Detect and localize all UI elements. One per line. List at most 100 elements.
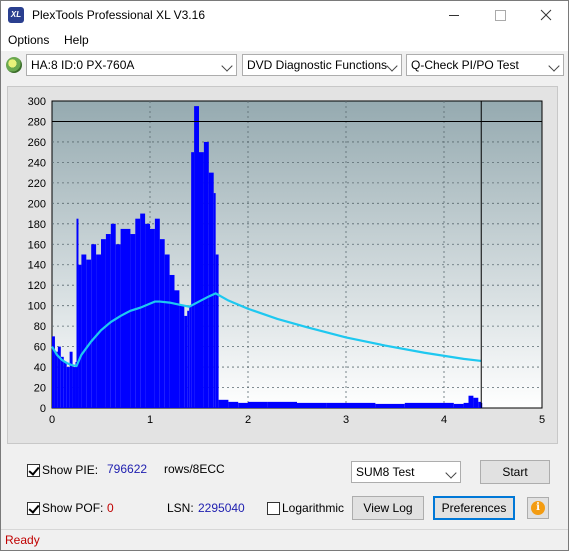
pie-bar	[75, 361, 77, 408]
view-log-button[interactable]: View Log	[352, 496, 424, 520]
y-tick-label: 0	[40, 403, 46, 415]
show-pie-label: Show PIE:	[42, 463, 99, 477]
pie-bar	[69, 351, 73, 408]
y-tick-label: 100	[28, 301, 46, 313]
pie-bar	[199, 152, 204, 408]
function-select-value: DVD Diagnostic Functions	[247, 58, 388, 72]
pie-bar	[115, 244, 121, 408]
pie-bar	[189, 305, 192, 408]
pie-bar	[66, 367, 70, 408]
pie-bar	[184, 315, 188, 408]
test-mode-select[interactable]: SUM8 Test	[351, 461, 461, 483]
test-mode-value: SUM8 Test	[356, 465, 415, 479]
pie-bar	[203, 141, 209, 408]
pie-bar	[63, 361, 67, 408]
pie-bar	[60, 356, 64, 408]
pof-count-value: 0	[107, 501, 114, 515]
start-button[interactable]: Start	[480, 460, 550, 484]
pie-bar	[248, 401, 268, 408]
pie-bar	[159, 239, 165, 408]
pie-bar	[218, 399, 229, 408]
function-select[interactable]: DVD Diagnostic Functions	[242, 54, 402, 76]
pie-bar	[238, 402, 248, 408]
show-pie-checkbox[interactable]	[27, 464, 40, 477]
y-tick-label: 200	[28, 198, 46, 210]
pie-bar	[346, 402, 376, 408]
pie-bar	[326, 402, 346, 408]
logarithmic-label: Logarithmic	[282, 501, 345, 515]
pie-bar	[375, 403, 405, 408]
pie-bar	[215, 254, 219, 408]
y-tick-label: 300	[28, 96, 46, 108]
pie-bar	[105, 234, 111, 408]
pie-bar	[140, 213, 146, 408]
pie-bar	[78, 264, 82, 408]
menu-options[interactable]: Options	[8, 33, 49, 47]
status-bar	[0, 529, 569, 551]
minimize-icon	[449, 15, 459, 16]
pie-bar	[179, 305, 185, 408]
test-select[interactable]: Q-Check PI/PO Test	[406, 54, 564, 76]
pie-bar	[267, 401, 297, 408]
y-tick-label: 220	[28, 178, 46, 190]
chevron-down-icon	[548, 60, 560, 72]
chevron-down-icon	[386, 60, 398, 72]
logarithmic-checkbox[interactable]	[267, 502, 280, 515]
window-title: PlexTools Professional XL V3.16	[32, 8, 205, 22]
pie-bar	[86, 259, 92, 408]
x-tick-label: 0	[49, 414, 55, 426]
close-button[interactable]	[523, 0, 569, 31]
pie-bar	[164, 254, 170, 408]
pie-bar	[145, 223, 150, 408]
pie-bar	[463, 402, 469, 408]
minimize-button[interactable]	[431, 0, 477, 31]
pie-bar	[110, 223, 116, 408]
disc-drive-icon	[6, 57, 22, 73]
y-tick-label: 40	[34, 362, 46, 374]
lsn-value: 2295040	[198, 501, 245, 515]
pie-bar	[125, 228, 131, 408]
show-pof-label: Show POF:	[42, 501, 104, 515]
maximize-icon	[495, 10, 506, 21]
pie-bar	[297, 402, 327, 408]
x-tick-label: 1	[147, 414, 153, 426]
pie-bar	[208, 172, 214, 408]
pie-bar	[404, 402, 444, 408]
lsn-label: LSN:	[167, 501, 194, 515]
pie-bar	[213, 193, 216, 408]
info-icon: i	[531, 501, 545, 515]
y-tick-label: 180	[28, 219, 46, 231]
status-text: Ready	[5, 533, 40, 547]
y-tick-label: 260	[28, 137, 46, 149]
maximize-button[interactable]	[477, 0, 523, 31]
pie-bar	[174, 290, 180, 408]
y-tick-label: 120	[28, 280, 46, 292]
x-tick-label: 4	[441, 414, 447, 426]
chevron-down-icon	[445, 467, 457, 479]
pie-bar	[169, 274, 175, 408]
app-logo-icon: XL	[8, 7, 24, 23]
pie-bar	[187, 310, 190, 408]
close-icon	[540, 9, 552, 21]
drive-select-value: HA:8 ID:0 PX-760A	[31, 58, 135, 72]
pie-bar	[72, 367, 76, 408]
drive-select[interactable]: HA:8 ID:0 PX-760A	[26, 54, 237, 76]
x-tick-label: 2	[245, 414, 251, 426]
menu-help[interactable]: Help	[64, 33, 89, 47]
y-tick-label: 60	[34, 342, 46, 354]
pie-bar	[91, 244, 97, 408]
pie-bar	[453, 403, 464, 408]
pie-bar	[191, 152, 195, 408]
pie-bar	[81, 254, 87, 408]
y-tick-label: 280	[28, 116, 46, 128]
y-tick-label: 240	[28, 157, 46, 169]
pie-bar	[150, 228, 155, 408]
y-tick-label: 140	[28, 260, 46, 272]
preferences-button[interactable]: Preferences	[433, 496, 515, 520]
pie-bar	[444, 402, 454, 408]
pie-bar	[54, 351, 58, 408]
y-tick-label: 80	[34, 321, 46, 333]
pie-unit-label: rows/8ECC	[164, 462, 225, 476]
chevron-down-icon	[221, 60, 233, 72]
show-pof-checkbox[interactable]	[27, 502, 40, 515]
